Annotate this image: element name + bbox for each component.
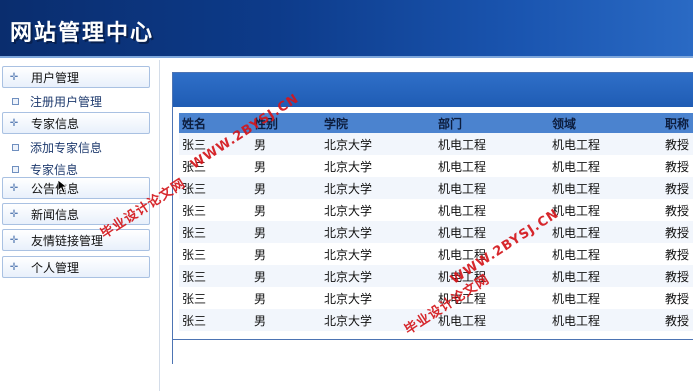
table-cell: 北京大学 <box>321 133 435 155</box>
plus-icon: ✛ <box>9 117 19 129</box>
table-cell: 机电工程 <box>549 265 662 287</box>
plus-icon: ✛ <box>9 208 19 220</box>
table-cell: 北京大学 <box>321 287 435 309</box>
table-cell: 男 <box>251 133 321 155</box>
table-cell: 北京大学 <box>321 155 435 177</box>
mouse-cursor-icon <box>58 180 68 194</box>
table-cell: 机电工程 <box>549 221 662 243</box>
square-bullet-icon <box>12 165 19 173</box>
plus-icon: ✛ <box>9 71 19 83</box>
page-header: 网站管理中心 <box>0 0 693 58</box>
table-cell: 机电工程 <box>549 287 662 309</box>
table-row: 张三男北京大学 机电工程 机电工程 教授 <box>179 177 693 199</box>
table-row: 张三男北京大学 机电工程 机电工程 教授 <box>179 221 693 243</box>
sidebar-item-add-expert[interactable]: 添加专家信息 <box>12 138 102 156</box>
sidebar: ✛ 用户管理 注册用户管理 ✛ 专家信息 添加专家信息 专家信息 ✛ 公告信息 … <box>0 60 160 391</box>
sidebar-group-personal[interactable]: ✛ 个人管理 <box>2 256 150 278</box>
panel-footer <box>173 339 693 365</box>
table-cell: 男 <box>251 199 321 221</box>
table-row: 张三男北京大学 机电工程 机电工程 教授 <box>179 199 693 221</box>
table-cell: 机电工程 <box>435 199 549 221</box>
sidebar-group-label: 友情链接管理 <box>31 233 104 248</box>
sidebar-group-expert-info[interactable]: ✛ 专家信息 <box>2 112 150 134</box>
panel-header-bar <box>173 73 693 107</box>
table-cell: 北京大学 <box>321 199 435 221</box>
table-cell: 男 <box>251 287 321 309</box>
sidebar-group-announcements[interactable]: ✛ 公告信息 <box>2 177 150 199</box>
table-row: 张三男北京大学 机电工程 机电工程 教授 <box>179 133 693 155</box>
sidebar-item-registered-users[interactable]: 注册用户管理 <box>12 92 102 110</box>
table-row: 张三男北京大学 机电工程 机电工程 教授 <box>179 155 693 177</box>
table-cell: 教授 <box>662 221 693 243</box>
sidebar-group-label: 新闻信息 <box>31 207 80 222</box>
plus-icon: ✛ <box>9 182 19 194</box>
table-cell: 机电工程 <box>549 243 662 265</box>
table-row: 张三男北京大学 机电工程 机电工程 教授 <box>179 265 693 287</box>
sidebar-group-label: 用户管理 <box>31 70 80 85</box>
sidebar-group-user-management[interactable]: ✛ 用户管理 <box>2 66 150 88</box>
sidebar-item-expert-info[interactable]: 专家信息 <box>12 160 78 178</box>
table-cell: 机电工程 <box>549 309 662 331</box>
plus-icon: ✛ <box>9 261 19 273</box>
table-cell: 机电工程 <box>435 133 549 155</box>
square-bullet-icon <box>12 143 19 151</box>
sidebar-item-label: 注册用户管理 <box>30 94 103 109</box>
table-cell: 北京大学 <box>321 265 435 287</box>
table-cell: 机电工程 <box>435 155 549 177</box>
table-cell: 教授 <box>662 265 693 287</box>
table-cell: 张三 <box>179 177 251 199</box>
table-cell: 北京大学 <box>321 221 435 243</box>
sidebar-item-label: 添加专家信息 <box>30 140 103 155</box>
table-cell: 机电工程 <box>549 133 662 155</box>
table-cell: 张三 <box>179 243 251 265</box>
sidebar-group-label: 个人管理 <box>31 260 80 275</box>
table-cell: 张三 <box>179 287 251 309</box>
column-header: 学院 <box>321 113 435 133</box>
table-cell: 机电工程 <box>549 199 662 221</box>
table-cell: 教授 <box>662 199 693 221</box>
table-cell: 机电工程 <box>435 309 549 331</box>
square-bullet-icon <box>12 97 19 105</box>
table-cell: 教授 <box>662 287 693 309</box>
table-cell: 男 <box>251 177 321 199</box>
table-cell: 教授 <box>662 177 693 199</box>
site-title: 网站管理中心 <box>10 21 155 46</box>
table-cell: 张三 <box>179 221 251 243</box>
table-cell: 机电工程 <box>549 155 662 177</box>
sidebar-group-label: 公告信息 <box>31 181 80 196</box>
table-cell: 教授 <box>662 155 693 177</box>
table-cell: 张三 <box>179 199 251 221</box>
table-row: 张三男北京大学 机电工程 机电工程 教授 <box>179 243 693 265</box>
sidebar-group-label: 专家信息 <box>31 116 80 131</box>
table-cell: 张三 <box>179 309 251 331</box>
table-cell: 教授 <box>662 309 693 331</box>
column-header: 领域 <box>549 113 662 133</box>
plus-icon: ✛ <box>9 234 19 246</box>
table-cell: 机电工程 <box>435 177 549 199</box>
sidebar-group-friend-links[interactable]: ✛ 友情链接管理 <box>2 229 150 251</box>
table-cell: 张三 <box>179 265 251 287</box>
table-cell: 男 <box>251 221 321 243</box>
table-cell: 教授 <box>662 133 693 155</box>
table-cell: 男 <box>251 243 321 265</box>
table-cell: 教授 <box>662 243 693 265</box>
table-cell: 男 <box>251 265 321 287</box>
table-cell: 男 <box>251 155 321 177</box>
column-header: 部门 <box>435 113 549 133</box>
column-header: 职称 <box>662 113 693 133</box>
table-cell: 男 <box>251 309 321 331</box>
sidebar-item-label: 专家信息 <box>30 162 79 177</box>
table-cell: 北京大学 <box>321 243 435 265</box>
table-cell: 北京大学 <box>321 177 435 199</box>
table-cell: 机电工程 <box>549 177 662 199</box>
